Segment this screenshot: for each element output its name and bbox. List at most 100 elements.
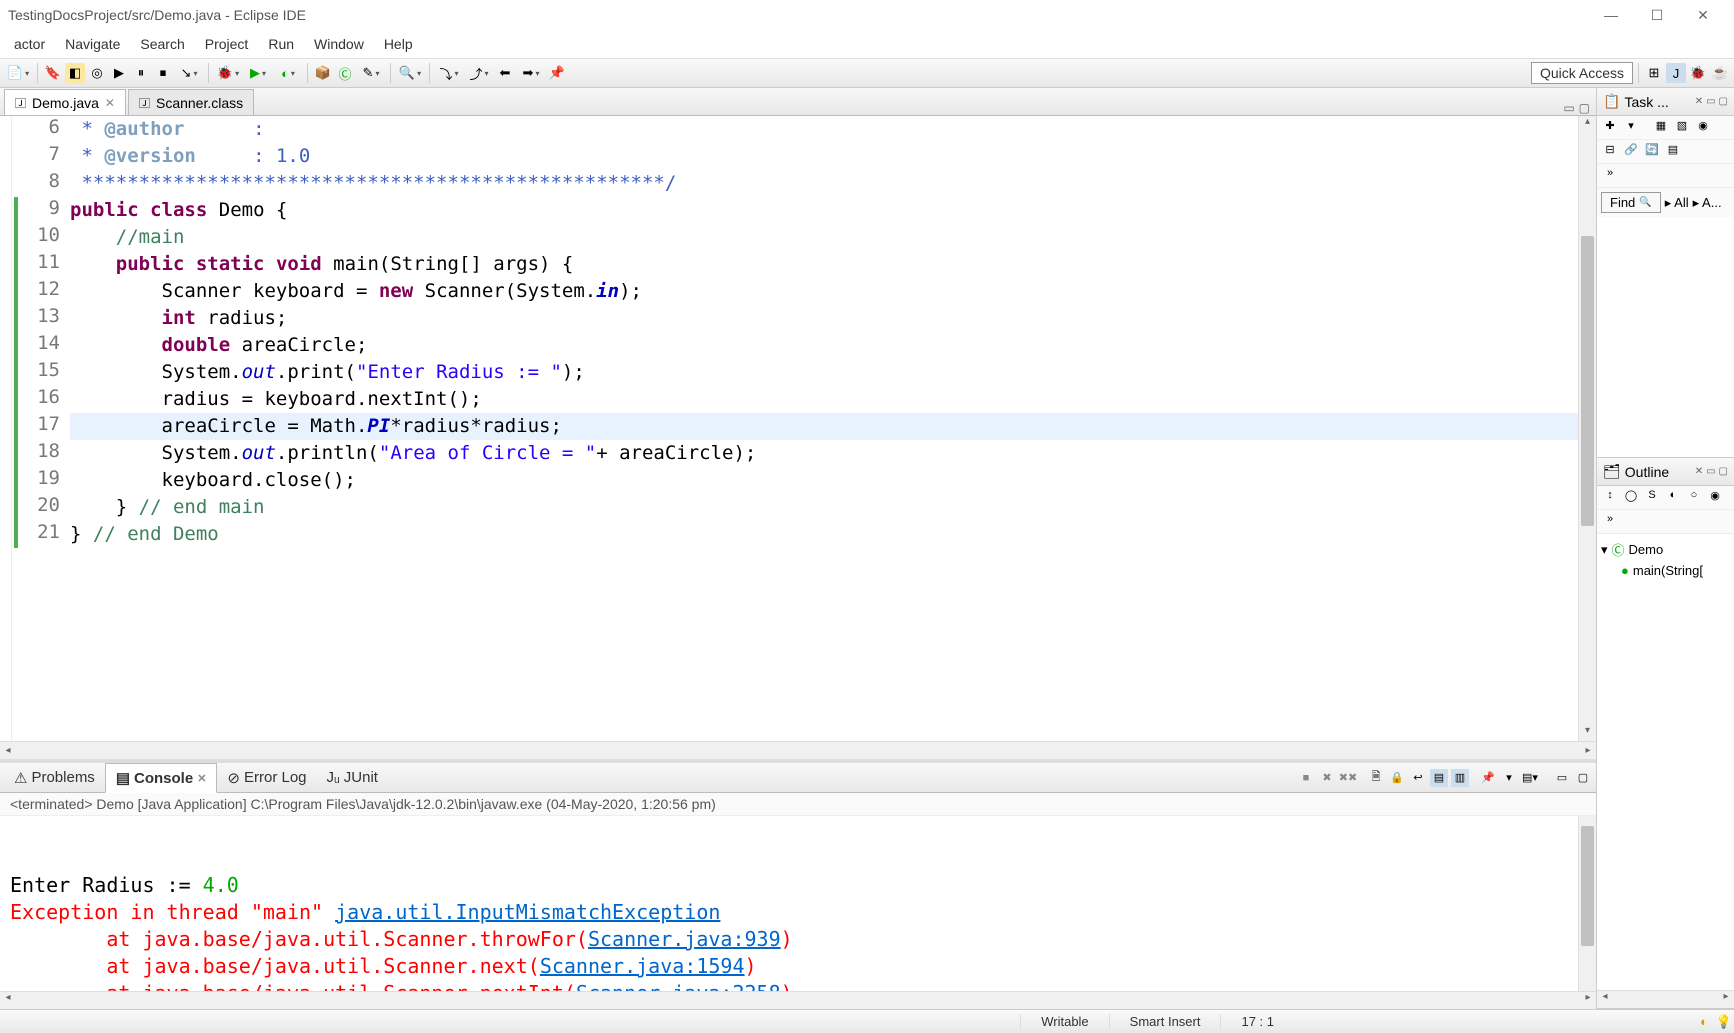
outline-class-node[interactable]: ▾ Ⓒ Demo [1601, 538, 1730, 561]
editor-tab-scanner-class[interactable]: 🄹Scanner.class [128, 89, 254, 115]
activate-filter-button[interactable]: ▸ A... [1693, 195, 1722, 211]
open-task-button[interactable]: 🔖 [43, 63, 63, 83]
resume-button[interactable]: ▶ [109, 63, 129, 83]
task-min-icon[interactable]: ▭ [1706, 96, 1715, 107]
team-perspective-button[interactable]: ☕ [1710, 63, 1730, 83]
task-view-header[interactable]: 📋 Task ... ✕ ▭ ▢ [1597, 88, 1734, 116]
remove-launch-button[interactable]: ✖ [1318, 769, 1336, 787]
search-button[interactable]: 🔍 [396, 63, 424, 83]
display-selected-console-button[interactable]: ▾ [1500, 769, 1518, 787]
terminate-button[interactable]: ⏹ [153, 63, 173, 83]
menu-navigate[interactable]: Navigate [55, 32, 130, 56]
sort-button[interactable]: ↕ [1601, 489, 1619, 507]
outline-min-icon[interactable]: ▭ [1706, 466, 1715, 477]
terminate-relaunch-button[interactable]: ■ [1297, 769, 1315, 787]
new-package-button[interactable]: 📦 [313, 63, 333, 83]
outline-method-node[interactable]: ● main(String[ [1601, 561, 1730, 580]
task-close-icon[interactable]: ✕ [1695, 96, 1703, 107]
bottom-tab-error-log[interactable]: ⊘ Error Log [217, 764, 316, 792]
debug-button[interactable]: 🐞 [214, 63, 242, 83]
status-build-icon[interactable]: ◐ [1694, 1014, 1714, 1029]
suspend-button[interactable]: ⏸ [131, 63, 151, 83]
outline-view-header[interactable]: 🗂 Outline ✕ ▭ ▢ [1597, 458, 1734, 486]
toggle-breadcrumb-button[interactable]: ◧ [65, 63, 85, 83]
hide-static-button[interactable]: S [1643, 489, 1661, 507]
focus-button[interactable]: ◉ [1706, 489, 1724, 507]
menu-run[interactable]: Run [258, 32, 304, 56]
prev-annotation-button[interactable]: ⤴ [465, 63, 493, 83]
perspective-open-button[interactable]: ⊞ [1644, 63, 1664, 83]
open-console-button[interactable]: ▤▾ [1521, 769, 1539, 787]
scrollbar-thumb[interactable] [1581, 236, 1594, 526]
back-button[interactable]: ⬅ [495, 63, 515, 83]
editor-horizontal-scrollbar[interactable]: ◂▸ [0, 741, 1596, 759]
outline-max-icon[interactable]: ▢ [1719, 466, 1728, 477]
show-console-error-button[interactable]: ▥ [1451, 769, 1469, 787]
hide-fields-button[interactable]: ◯ [1622, 489, 1640, 507]
close-console-icon[interactable]: ✕ [197, 772, 206, 785]
clear-console-button[interactable]: 🗎 [1367, 769, 1385, 787]
show-console-output-button[interactable]: ▤ [1430, 769, 1448, 787]
collapse-all-button[interactable]: ⊟ [1601, 143, 1619, 161]
menu-window[interactable]: Window [304, 32, 374, 56]
editor-area[interactable]: 6789101112131415161718192021 * @author :… [0, 116, 1596, 741]
menu-help[interactable]: Help [374, 32, 423, 56]
all-filter-button[interactable]: ▸ All [1665, 195, 1689, 211]
new-button[interactable]: 📄 [4, 63, 32, 83]
code-editor[interactable]: * @author : * @version : 1.0 ***********… [68, 116, 1578, 741]
task-dd-button[interactable]: ▾ [1622, 119, 1640, 137]
close-button[interactable]: ✕ [1680, 0, 1726, 30]
task-list[interactable] [1597, 217, 1734, 457]
java-perspective-button[interactable]: J [1666, 63, 1686, 83]
close-tab-icon[interactable]: ✕ [105, 96, 115, 110]
console-output[interactable]: Enter Radius := 4.0Exception in thread "… [0, 816, 1596, 991]
new-class-button[interactable]: Ⓒ [335, 63, 355, 83]
pin-button[interactable]: 📌 [547, 63, 567, 83]
maximize-bottom-icon[interactable]: ▢ [1574, 769, 1592, 787]
minimize-view-icon[interactable]: ▭ [1563, 101, 1574, 115]
maximize-view-icon[interactable]: ▢ [1579, 101, 1590, 115]
categorize-button[interactable]: ▦ [1652, 119, 1670, 137]
minimize-bottom-icon[interactable]: ▭ [1553, 769, 1571, 787]
outline-chevron-icon[interactable]: » [1601, 513, 1619, 531]
menu-project[interactable]: Project [195, 32, 259, 56]
hide-non-public-button[interactable]: ◐ [1664, 489, 1682, 507]
console-vertical-scrollbar[interactable] [1578, 816, 1596, 991]
menu-actor[interactable]: actor [4, 32, 55, 56]
menu-search[interactable]: Search [130, 32, 194, 56]
editor-vertical-scrollbar[interactable]: ▴ ▾ [1578, 116, 1596, 741]
run-button[interactable]: ▶ [244, 63, 272, 83]
bottom-tab-console[interactable]: ▤ Console ✕ [105, 763, 218, 793]
next-annotation-button[interactable]: ⤵ [435, 63, 463, 83]
sync-button[interactable]: 🔄 [1643, 143, 1661, 161]
outline-tree[interactable]: ▾ Ⓒ Demo ● main(String[ [1597, 534, 1734, 990]
open-type-button[interactable]: ✎ [357, 63, 385, 83]
new-task-button[interactable]: ✚ [1601, 119, 1619, 137]
link-button[interactable]: 🔗 [1622, 143, 1640, 161]
pin-console-button[interactable]: 📌 [1479, 769, 1497, 787]
outline-close-icon[interactable]: ✕ [1695, 466, 1703, 477]
minimize-button[interactable]: — [1588, 0, 1634, 30]
bottom-tab-junit[interactable]: Jᵤ JUnit [317, 764, 388, 791]
step-button[interactable]: ↘ [175, 63, 203, 83]
console-horizontal-scrollbar[interactable]: ◂ ▸ [0, 991, 1596, 1009]
word-wrap-button[interactable]: ↩ [1409, 769, 1427, 787]
folding-bar[interactable] [12, 116, 26, 741]
bottom-tab-problems[interactable]: ⚠ Problems [4, 764, 105, 792]
editor-tab-demo-java[interactable]: 🄹Demo.java✕ [4, 89, 126, 115]
coverage-button[interactable]: ◐ [274, 63, 302, 83]
outline-horizontal-scrollbar[interactable]: ◂ ▸ [1597, 990, 1734, 1008]
forward-button[interactable]: ➡ [517, 63, 545, 83]
remove-all-button[interactable]: ✖✖ [1339, 769, 1357, 787]
filter-button[interactable]: ▤ [1664, 143, 1682, 161]
expand-chevron-icon[interactable]: » [1601, 167, 1619, 185]
find-button[interactable]: Find🔍 [1601, 192, 1661, 213]
maximize-button[interactable]: ☐ [1634, 0, 1680, 30]
focus-task-button[interactable]: ◉ [1694, 119, 1712, 137]
debug-perspective-button[interactable]: 🐞 [1688, 63, 1708, 83]
task-max-icon[interactable]: ▢ [1719, 96, 1728, 107]
schedule-button[interactable]: ▧ [1673, 119, 1691, 137]
scroll-lock-button[interactable]: 🔒 [1388, 769, 1406, 787]
quick-access-field[interactable]: Quick Access [1531, 62, 1633, 84]
skip-breakpoints-button[interactable]: ◎ [87, 63, 107, 83]
